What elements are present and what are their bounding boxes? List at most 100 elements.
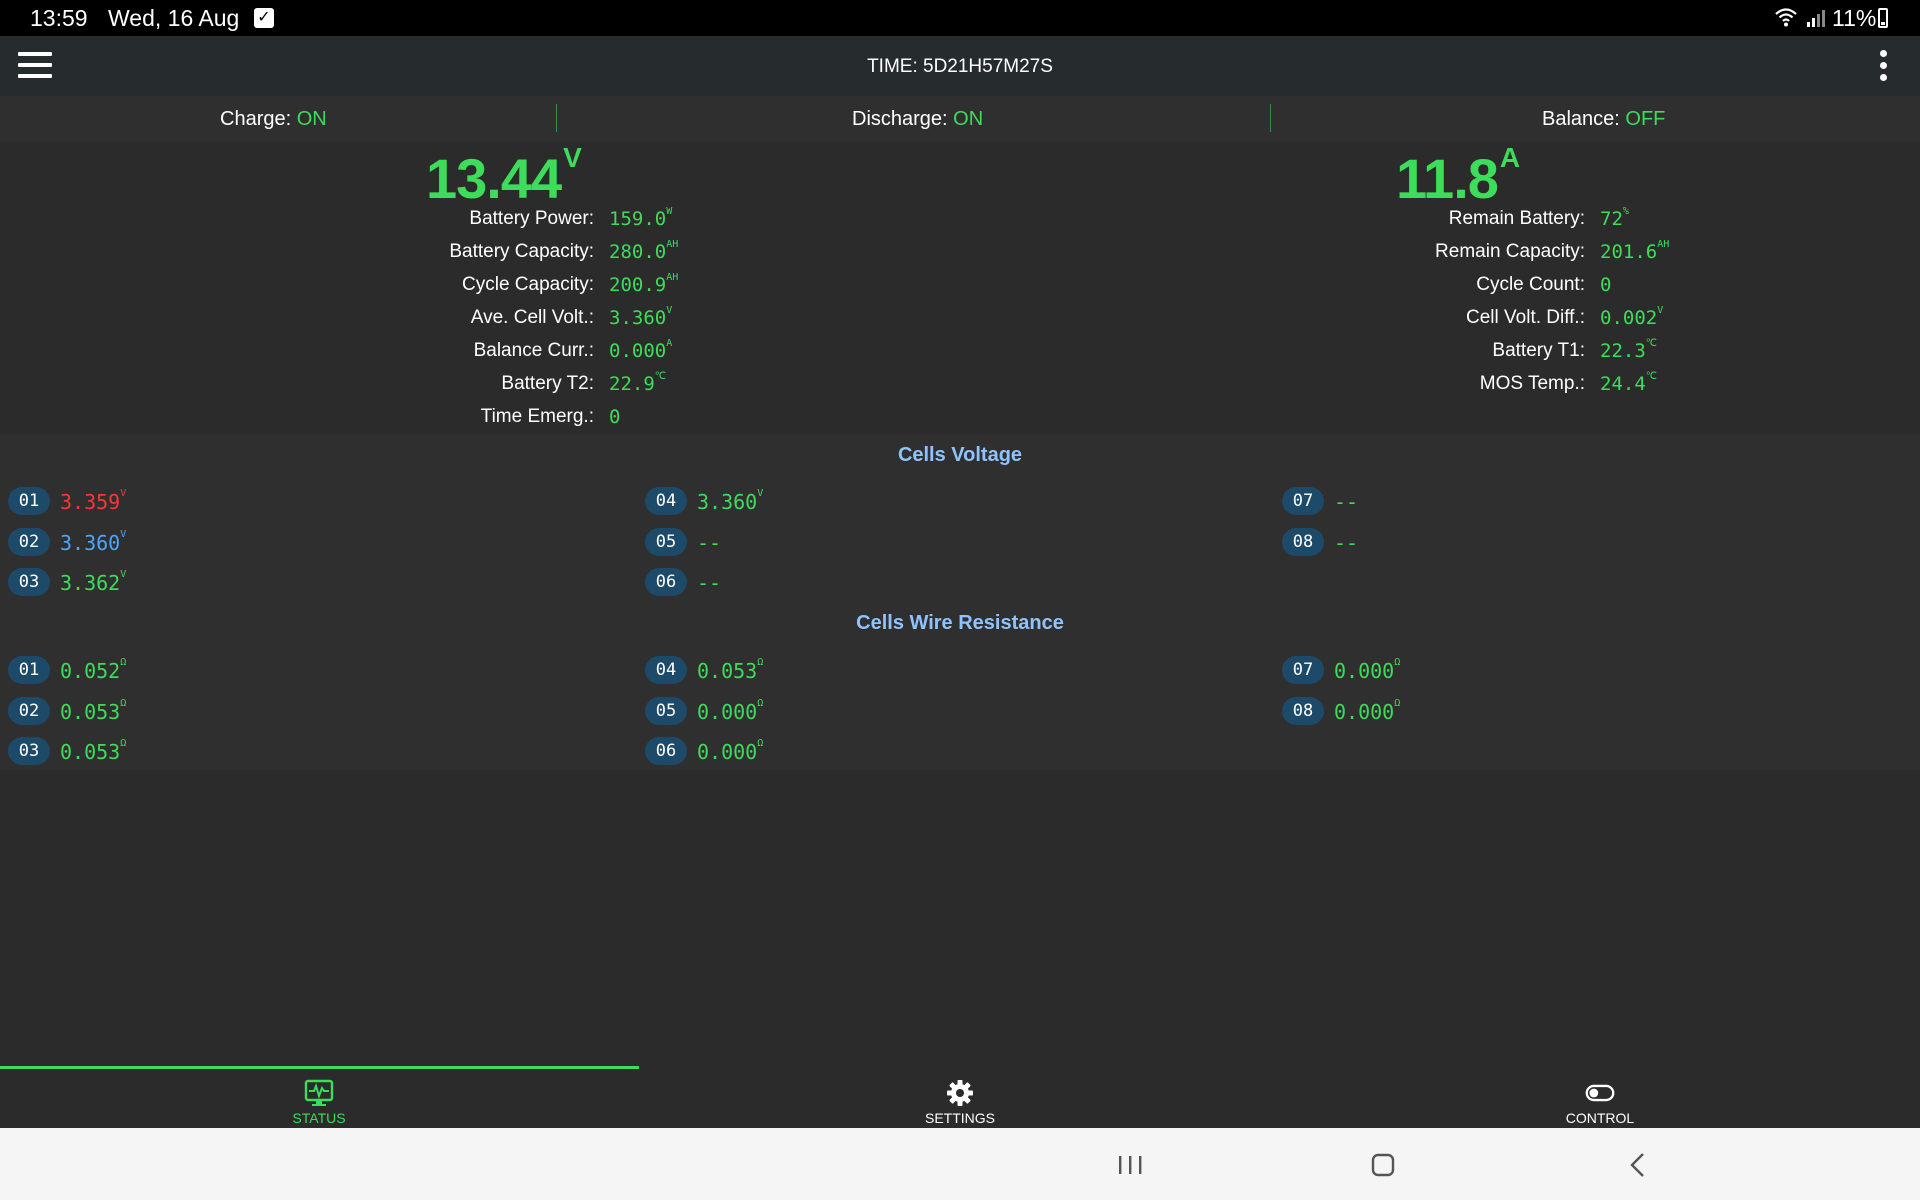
app-bar: TIME: 5D21H57M27S	[0, 36, 1920, 96]
cell-number-badge: 03	[8, 568, 50, 596]
tab-control[interactable]: CONTROL	[1500, 1072, 1700, 1126]
switch-status-bar: Charge: ON Discharge: ON Balance: OFF	[0, 96, 1920, 142]
cell-resistance-value: 0.000Ω	[1334, 698, 1401, 724]
info-label: Cell Volt. Diff.:	[1466, 307, 1585, 328]
charge-value: ON	[296, 108, 327, 130]
cell-number-badge: 08	[1282, 528, 1324, 556]
info-value: 201.6AH	[1600, 239, 1670, 263]
balance-value: OFF	[1625, 108, 1666, 130]
system-navigation-bar	[0, 1128, 1920, 1200]
cells-voltage-panel: Cells Voltage 01 3.359V 02 3.360V 03 3.3…	[0, 434, 1920, 604]
info-label: Remain Battery:	[1448, 208, 1585, 229]
cell-number-badge: 05	[645, 528, 687, 556]
charge-status: Charge: ON	[220, 108, 327, 131]
cell-voltage-value: 3.360V	[697, 488, 764, 514]
wifi-icon	[1775, 8, 1797, 27]
cells-resistance-panel: Cells Wire Resistance 01 0.052Ω 02 0.053…	[0, 604, 1920, 770]
cells-voltage-title: Cells Voltage	[897, 444, 1023, 466]
info-value: 22.3℃	[1600, 338, 1657, 362]
cell-resistance-value: 0.000Ω	[697, 698, 764, 724]
overflow-menu-icon[interactable]	[1876, 50, 1890, 86]
cell-signal-icon	[1807, 10, 1825, 27]
active-tab-indicator	[0, 1066, 639, 1069]
info-row-remain-battery: Remain Battery: 72%	[0, 206, 1629, 238]
checkbox-notification-icon: ✓	[254, 8, 274, 28]
battery-icon	[1878, 8, 1888, 28]
cell-voltage-value: 3.360V	[60, 529, 127, 555]
info-value: 0	[1600, 274, 1612, 296]
info-value: 24.4℃	[1600, 371, 1657, 395]
gear-icon	[947, 1080, 973, 1106]
back-icon[interactable]	[1618, 1148, 1658, 1182]
divider	[1270, 104, 1271, 132]
cell-number-badge: 06	[645, 737, 687, 765]
cell-number-badge: 01	[8, 656, 50, 684]
divider	[556, 104, 557, 132]
cell-number-badge: 02	[8, 697, 50, 725]
info-value: 0.002V	[1600, 305, 1664, 329]
cell-resistance-value: 0.053Ω	[60, 738, 127, 764]
info-row-battery-t1: Battery T1: 22.3℃	[0, 338, 1657, 370]
balance-status: Balance: OFF	[1542, 108, 1665, 131]
cell-resistance-value: 0.053Ω	[697, 657, 764, 683]
cell-voltage-value: --	[697, 571, 722, 595]
total-voltage: 13.44V	[426, 142, 582, 211]
info-row-cycle-count: Cycle Count: 0	[0, 274, 1611, 304]
discharge-label: Discharge:	[852, 108, 948, 130]
info-label: Battery T1:	[1492, 340, 1585, 361]
monitor-heartbeat-icon	[304, 1079, 334, 1106]
cell-resistance-value: 0.000Ω	[697, 738, 764, 764]
info-label: Remain Capacity:	[1435, 241, 1585, 262]
cell-resistance-value: 0.000Ω	[1334, 657, 1401, 683]
discharge-value: ON	[953, 108, 984, 130]
home-icon[interactable]	[1363, 1148, 1403, 1182]
cell-number-badge: 08	[1282, 697, 1324, 725]
tab-label: CONTROL	[1565, 1110, 1635, 1126]
cell-number-badge: 07	[1282, 656, 1324, 684]
info-value: 0	[609, 406, 621, 428]
tab-settings[interactable]: SETTINGS	[860, 1072, 1060, 1126]
balance-label: Balance:	[1542, 108, 1620, 130]
cells-resistance-title: Cells Wire Resistance	[856, 612, 1064, 634]
total-current-unit: A	[1499, 142, 1520, 173]
info-label: Time Emerg.:	[480, 406, 594, 427]
cell-voltage-value: --	[1334, 531, 1359, 555]
runtime-title: TIME: 5D21H57M27S	[867, 56, 1053, 77]
battery-percentage: 11%	[1832, 5, 1877, 31]
cell-number-badge: 01	[8, 487, 50, 515]
cell-voltage-value: --	[1334, 490, 1359, 514]
cell-voltage-value: 3.362V	[60, 569, 127, 595]
tab-label: STATUS	[292, 1110, 346, 1126]
total-voltage-unit: V	[563, 142, 582, 173]
tab-status[interactable]: STATUS	[219, 1072, 419, 1126]
date: Wed, 16 Aug	[108, 5, 240, 31]
total-current-value: 11.8	[1396, 147, 1499, 210]
cell-number-badge: 05	[645, 697, 687, 725]
clock: 13:59	[30, 5, 88, 31]
info-label: MOS Temp.:	[1479, 373, 1585, 394]
tab-label: SETTINGS	[924, 1110, 995, 1126]
info-value: 72%	[1600, 206, 1629, 230]
toggle-icon	[1585, 1084, 1615, 1102]
discharge-status: Discharge: ON	[852, 108, 983, 131]
total-current: 11.8A	[1396, 142, 1520, 211]
cell-voltage-value: 3.359V	[60, 488, 127, 514]
cell-number-badge: 02	[8, 528, 50, 556]
info-row-cell-volt-diff: Cell Volt. Diff.: 0.002V	[0, 305, 1663, 337]
info-row-mos-temp: MOS Temp.: 24.4℃	[0, 371, 1657, 403]
cell-resistance-value: 0.052Ω	[60, 657, 127, 683]
cell-number-badge: 04	[645, 487, 687, 515]
cell-number-badge: 07	[1282, 487, 1324, 515]
cell-resistance-value: 0.053Ω	[60, 698, 127, 724]
cell-number-badge: 06	[645, 568, 687, 596]
info-label: Cycle Count:	[1476, 274, 1585, 295]
total-voltage-value: 13.44	[426, 147, 562, 210]
cell-number-badge: 03	[8, 737, 50, 765]
info-row-time-emerg: Time Emerg.: 0	[0, 406, 621, 436]
bottom-tab-bar: STATUS SETTINGS CONTROL	[0, 1066, 1920, 1128]
system-status-bar: 13:59 Wed, 16 Aug ✓ 11%	[0, 0, 1920, 36]
cell-number-badge: 04	[645, 656, 687, 684]
recent-apps-icon[interactable]	[1110, 1148, 1150, 1182]
charge-label: Charge:	[220, 108, 292, 130]
cell-voltage-value: --	[697, 531, 722, 555]
